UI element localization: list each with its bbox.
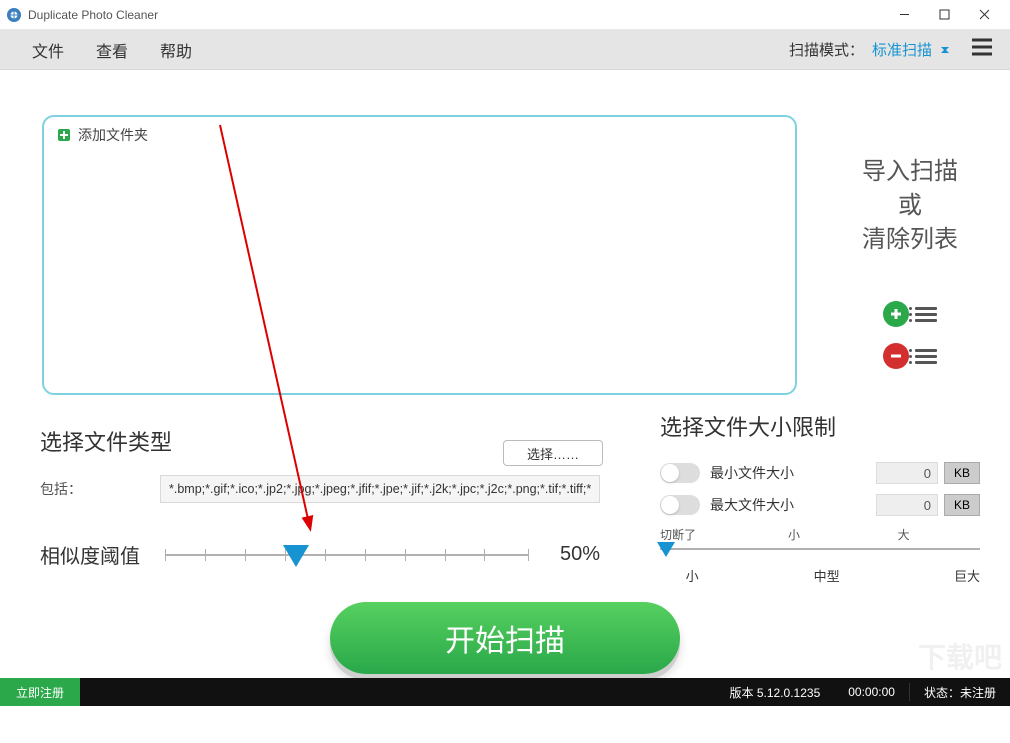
sizelimit-title: 选择文件大小限制: [660, 410, 980, 442]
scanmode-selector[interactable]: 标准扫描: [872, 39, 952, 60]
menu-help[interactable]: 帮助: [144, 32, 208, 68]
maximize-button[interactable]: [924, 1, 964, 29]
titlebar: Duplicate Photo Cleaner: [0, 0, 1010, 30]
cutoff-bot-left: 小: [686, 566, 699, 585]
sizelimit-section: 选择文件大小限制 最小文件大小 KB 最大文件大小 KB 切断了 小 大 小: [660, 410, 980, 584]
include-row: 包括：: [40, 475, 600, 503]
register-button[interactable]: 立即注册: [0, 678, 80, 706]
clear-list-label: 清除列表: [830, 223, 990, 257]
plus-circle-icon: [883, 301, 909, 327]
status-text: 状态：未注册: [910, 684, 1010, 701]
watermark: 下载吧: [918, 636, 1002, 676]
cutoff-top-left: 切断了: [660, 526, 696, 543]
menu-file[interactable]: 文件: [16, 32, 80, 68]
similarity-value: 50%: [540, 543, 600, 566]
include-label: 包括：: [40, 479, 160, 499]
maxsize-input[interactable]: [876, 494, 938, 516]
or-label: 或: [830, 189, 990, 223]
menubar: 文件 查看 帮助 扫描模式： 标准扫描: [0, 30, 1010, 70]
add-folder-button[interactable]: 添加文件夹: [58, 125, 148, 145]
start-scan-button[interactable]: 开始扫描: [330, 602, 680, 674]
maxsize-toggle[interactable]: [660, 495, 700, 515]
start-wrap: 开始扫描: [330, 602, 680, 674]
include-input[interactable]: [160, 475, 600, 503]
similarity-row: 相似度阈值 50%: [40, 540, 600, 569]
minsize-unit[interactable]: KB: [944, 462, 980, 484]
window-title: Duplicate Photo Cleaner: [28, 8, 158, 22]
list-icon: [915, 304, 937, 325]
list-icon: [915, 346, 937, 367]
folder-dropzone[interactable]: 添加文件夹: [42, 115, 797, 395]
close-button[interactable]: [964, 1, 1004, 29]
menu-view[interactable]: 查看: [80, 32, 144, 68]
import-clear-panel: 导入扫描 或 清除列表: [830, 155, 990, 383]
maxsize-row: 最大文件大小 KB: [660, 494, 980, 516]
scanmode-value-text: 标准扫描: [872, 39, 932, 60]
clear-list-button[interactable]: [880, 341, 940, 371]
plus-icon: [58, 129, 70, 141]
cutoff-thumb[interactable]: [657, 542, 675, 557]
add-folder-label: 添加文件夹: [78, 125, 148, 145]
scanmode-label: 扫描模式：: [789, 39, 864, 60]
elapsed-time: 00:00:00: [834, 685, 909, 699]
main-area: 添加文件夹 导入扫描 或 清除列表 选择文件类型 选择…… 包括： 相似度阈值: [0, 70, 1010, 706]
minsize-row: 最小文件大小 KB: [660, 462, 980, 484]
cutoff-bot-mid: 中型: [814, 566, 840, 585]
filetype-select-button[interactable]: 选择……: [503, 440, 603, 466]
minimize-button[interactable]: [884, 1, 924, 29]
import-scan-label: 导入扫描: [830, 155, 990, 189]
statusbar: 立即注册 版本 5.12.0.1235 00:00:00 状态：未注册: [0, 678, 1010, 706]
cutoff-slider[interactable]: [660, 544, 980, 564]
hamburger-menu-icon[interactable]: [970, 37, 994, 62]
cutoff-bot-right: 巨大: [954, 566, 980, 585]
similarity-label: 相似度阈值: [40, 540, 165, 569]
import-list-button[interactable]: [880, 299, 940, 329]
app-icon: [6, 7, 22, 23]
similarity-slider[interactable]: [165, 543, 528, 567]
version-text: 版本 5.12.0.1235: [716, 684, 835, 701]
cutoff-top-mid: 小: [788, 526, 800, 543]
similarity-thumb[interactable]: [283, 545, 309, 567]
minsize-label: 最小文件大小: [710, 463, 876, 483]
cutoff-row: 切断了 小 大 小 中型 巨大: [660, 526, 980, 584]
cutoff-top-right: 大: [898, 526, 910, 543]
minsize-input[interactable]: [876, 462, 938, 484]
minus-circle-icon: [883, 343, 909, 369]
maxsize-label: 最大文件大小: [710, 495, 876, 515]
maxsize-unit[interactable]: KB: [944, 494, 980, 516]
minsize-toggle[interactable]: [660, 463, 700, 483]
